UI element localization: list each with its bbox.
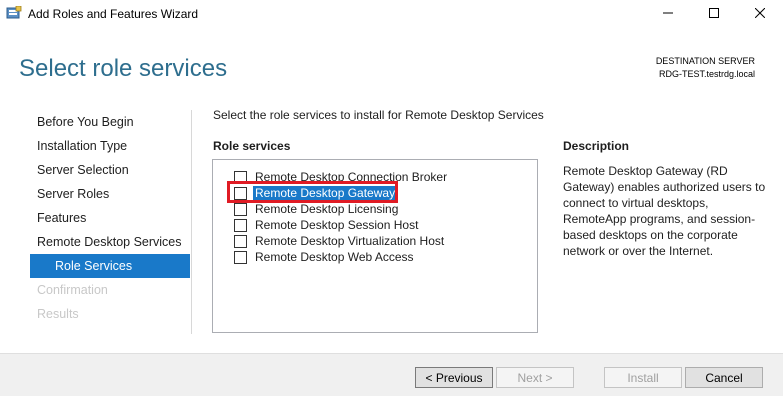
step-server-roles[interactable]: Server Roles	[30, 182, 190, 206]
role-service-item-session-host[interactable]: Remote Desktop Session Host	[234, 217, 418, 233]
role-service-label: Remote Desktop Licensing	[255, 202, 399, 216]
minimize-icon	[663, 7, 673, 21]
title-bar: Add Roles and Features Wizard	[0, 0, 783, 28]
role-service-label: Remote Desktop Virtualization Host	[255, 234, 445, 248]
step-server-selection[interactable]: Server Selection	[30, 158, 190, 182]
destination-server-name: RDG-TEST.testrdg.local	[658, 69, 755, 79]
maximize-button[interactable]	[691, 0, 737, 28]
step-installation-type[interactable]: Installation Type	[30, 134, 190, 158]
step-results: Results	[37, 307, 79, 321]
role-service-label: Remote Desktop Session Host	[255, 218, 419, 232]
maximize-icon	[709, 7, 719, 21]
close-icon	[754, 7, 766, 21]
checkbox[interactable]	[234, 218, 247, 232]
step-features[interactable]: Features	[30, 206, 190, 230]
footer-bar: < Previous Next > Install Cancel	[0, 353, 783, 396]
role-service-item-web-access[interactable]: Remote Desktop Web Access	[234, 249, 414, 265]
wizard-steps: Before You Begin Installation Type Serve…	[30, 110, 190, 326]
step-role-services[interactable]: Role Services	[30, 254, 190, 278]
nav-divider	[191, 110, 192, 334]
install-button[interactable]: Install	[604, 367, 682, 388]
destination-server-label: DESTINATION SERVER	[655, 56, 755, 66]
page-title: Select role services	[19, 55, 228, 82]
step-before-you-begin[interactable]: Before You Begin	[30, 110, 190, 134]
step-remote-desktop-services[interactable]: Remote Desktop Services	[30, 230, 190, 254]
role-service-item-licensing[interactable]: Remote Desktop Licensing	[234, 201, 398, 217]
previous-button[interactable]: < Previous	[415, 367, 493, 388]
window-title: Add Roles and Features Wizard	[28, 7, 199, 21]
cancel-button[interactable]: Cancel	[685, 367, 763, 388]
checkbox[interactable]	[234, 202, 247, 216]
role-service-label: Remote Desktop Web Access	[255, 250, 414, 264]
next-button[interactable]: Next >	[496, 367, 574, 388]
minimize-button[interactable]	[645, 0, 691, 28]
instruction-text: Select the role services to install for …	[213, 108, 544, 122]
server-manager-icon	[6, 5, 22, 20]
checkbox[interactable]	[234, 234, 247, 248]
checkbox[interactable]	[234, 250, 247, 264]
close-button[interactable]	[737, 0, 783, 28]
role-service-item-virtualization-host[interactable]: Remote Desktop Virtualization Host	[234, 233, 444, 249]
step-confirmation: Confirmation	[37, 283, 108, 297]
red-highlight-annotation	[227, 181, 398, 203]
role-services-heading: Role services	[213, 139, 291, 153]
description-heading: Description	[563, 139, 630, 153]
description-text: Remote Desktop Gateway (RD Gateway) enab…	[563, 164, 766, 258]
